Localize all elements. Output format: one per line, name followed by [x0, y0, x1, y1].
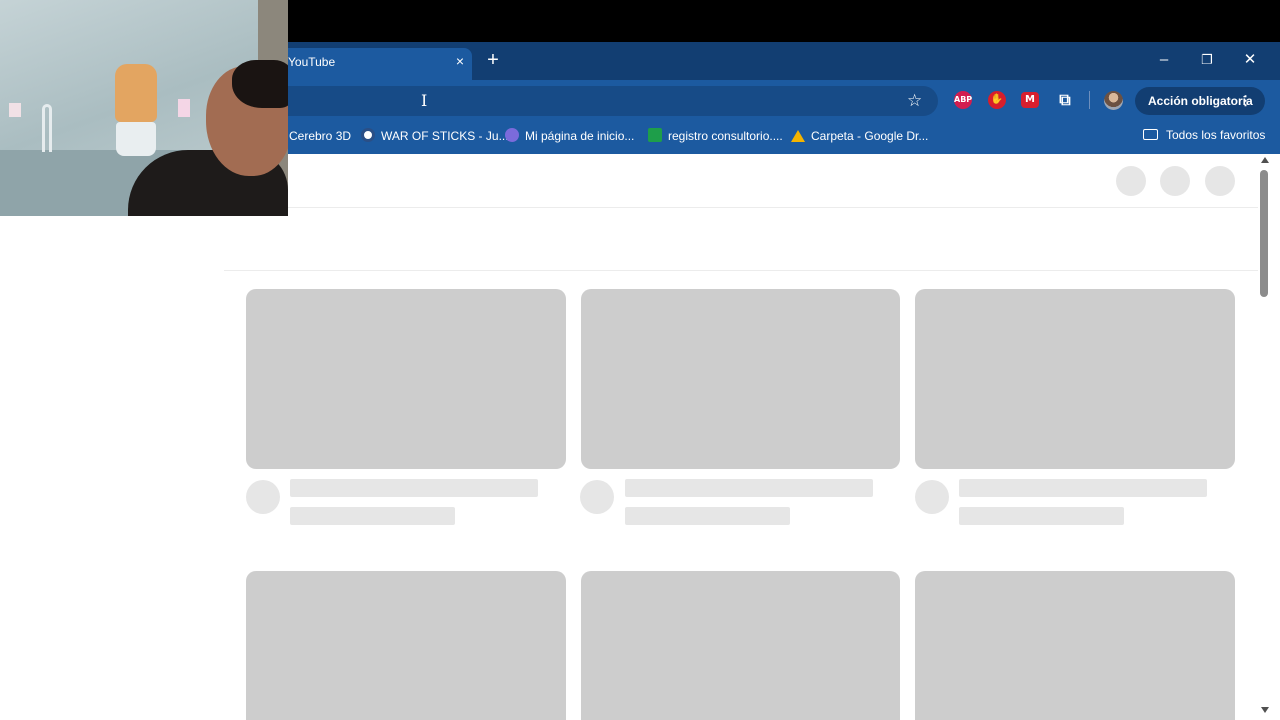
- google-drive-icon: [791, 130, 805, 142]
- title-line-placeholder: [625, 479, 873, 497]
- extensions-puzzle-icon[interactable]: ⧉: [1055, 91, 1075, 109]
- webcam-tile-sticker: [178, 99, 190, 117]
- header-placeholder-circle: [1205, 166, 1235, 196]
- video-thumbnail-placeholder: [915, 571, 1235, 720]
- meta-line-placeholder: [290, 507, 455, 525]
- restore-icon[interactable]: ❐: [1197, 50, 1217, 70]
- scrollbar-thumb[interactable]: [1260, 170, 1268, 297]
- channel-avatar-placeholder: [246, 480, 280, 514]
- screen: YouTube × + – ❐ ✕ I ☆ ABP ✋ M ⧉ Acción o…: [0, 0, 1280, 720]
- bookmark-registro-consultorio[interactable]: registro consultorio....: [648, 128, 783, 144]
- new-tab-icon[interactable]: +: [484, 50, 502, 70]
- sheets-icon: [648, 128, 662, 142]
- bookmark-mi-pagina[interactable]: Mi página de inicio...: [505, 128, 634, 144]
- chips-divider: [224, 270, 1258, 271]
- webcam-faucet: [42, 104, 52, 152]
- all-bookmarks-folder[interactable]: Todos los favoritos: [1143, 127, 1265, 143]
- webcam-person-hair: [232, 60, 288, 108]
- text-cursor-icon: I: [421, 91, 428, 110]
- title-line-placeholder: [959, 479, 1207, 497]
- address-bar[interactable]: [270, 86, 938, 116]
- minimize-icon[interactable]: –: [1154, 50, 1174, 70]
- meta-line-placeholder: [625, 507, 790, 525]
- video-thumbnail-placeholder: [246, 571, 566, 720]
- scroll-down-arrow-icon[interactable]: [1261, 707, 1269, 713]
- close-window-icon[interactable]: ✕: [1240, 50, 1260, 70]
- bookmark-war-of-sticks[interactable]: WAR OF STICKS - Ju...: [361, 128, 509, 144]
- scroll-up-arrow-icon[interactable]: [1261, 157, 1269, 163]
- bookmark-carpeta-drive[interactable]: Carpeta - Google Dr...: [791, 128, 928, 144]
- war-of-sticks-icon: [361, 128, 375, 142]
- action-required-label: Acción obligatoria: [1148, 94, 1253, 108]
- header-divider: [288, 207, 1258, 208]
- hand-extension-icon[interactable]: ✋: [988, 91, 1006, 109]
- webcam-water-dispenser: [116, 122, 156, 156]
- toolbar-divider: [1089, 91, 1090, 109]
- video-thumbnail-placeholder: [915, 289, 1235, 469]
- action-required-button[interactable]: Acción obligatoria ⋮: [1135, 87, 1265, 115]
- bookmark-cerebro-3d[interactable]: Cerebro 3D: [289, 128, 351, 144]
- wordpress-icon: [505, 128, 519, 142]
- tab-title: YouTube: [288, 55, 336, 69]
- webcam-water-jug: [115, 64, 157, 122]
- title-line-placeholder: [290, 479, 538, 497]
- header-placeholder-circle: [1116, 166, 1146, 196]
- header-placeholder-circle: [1160, 166, 1190, 196]
- video-thumbnail-placeholder: [246, 289, 566, 469]
- adblock-extension-icon[interactable]: ABP: [954, 91, 972, 109]
- profile-avatar[interactable]: [1104, 91, 1123, 110]
- channel-avatar-placeholder: [915, 480, 949, 514]
- webcam-overlay: [0, 0, 288, 216]
- video-thumbnail-placeholder: [581, 571, 900, 720]
- channel-avatar-placeholder: [580, 480, 614, 514]
- tab-close-icon[interactable]: ×: [452, 53, 468, 69]
- video-thumbnail-placeholder: [581, 289, 900, 469]
- m-extension-icon[interactable]: M: [1021, 92, 1039, 108]
- folder-icon: [1143, 129, 1158, 140]
- bookmark-star-icon[interactable]: ☆: [907, 91, 922, 111]
- meta-line-placeholder: [959, 507, 1124, 525]
- webcam-tile-sticker: [9, 103, 21, 117]
- menu-dots-icon: ⋮: [1239, 93, 1252, 108]
